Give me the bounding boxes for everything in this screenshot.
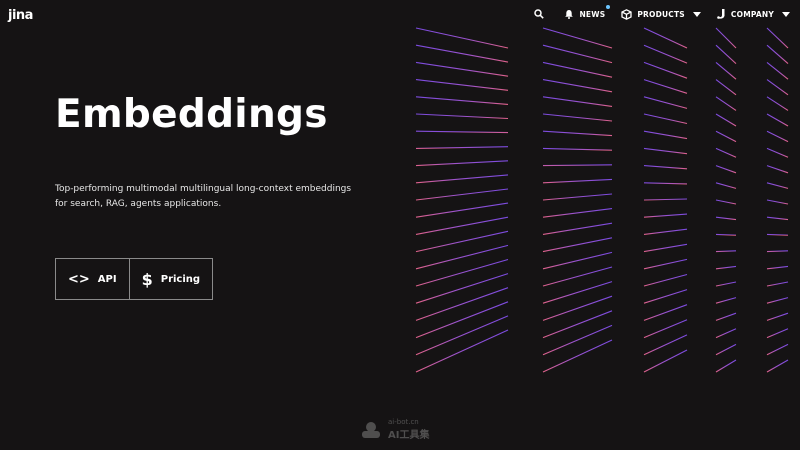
- chevron-down-icon: [692, 11, 701, 17]
- nav-company[interactable]: COMPANY: [717, 9, 790, 19]
- news-notification-dot: [606, 5, 610, 9]
- code-icon: <>: [68, 271, 90, 287]
- pricing-button-label: Pricing: [160, 273, 201, 285]
- api-button-label: API: [97, 273, 117, 285]
- api-button[interactable]: <> API: [56, 259, 129, 299]
- page-title: Embeddings: [55, 92, 328, 137]
- watermark-title: AI工具集: [388, 430, 430, 441]
- nav-news[interactable]: NEWS: [564, 9, 605, 19]
- dollar-icon: $: [141, 269, 153, 289]
- grid-panels-illustration: [415, 27, 789, 373]
- robot-icon: [362, 421, 380, 438]
- watermark-domain: ai-bot.cn: [388, 418, 419, 426]
- grid-panel: [643, 27, 688, 373]
- search-button[interactable]: [534, 9, 545, 19]
- jina-logo[interactable]: jina: [8, 8, 33, 23]
- nav-company-label: COMPANY: [730, 9, 774, 19]
- hero-description: Top-performing multimodal multilingual l…: [55, 184, 352, 209]
- nav-products-label: PRODUCTS: [637, 9, 685, 19]
- bell-icon: [565, 10, 574, 19]
- grid-panel: [415, 27, 509, 373]
- chevron-down-icon: [782, 11, 790, 17]
- grid-panel: [715, 27, 737, 373]
- nav-news-label: NEWS: [579, 9, 606, 19]
- cube-icon: [621, 8, 632, 20]
- grid-panel: [766, 27, 789, 373]
- grid-panel: [542, 27, 613, 373]
- nav-products[interactable]: PRODUCTS: [621, 8, 701, 20]
- jina-j-icon: [717, 9, 725, 19]
- search-icon: [534, 9, 545, 19]
- hero-button-group: <> API $ Pricing: [55, 258, 214, 300]
- watermark: ai-bot.cn AI工具集: [358, 418, 429, 441]
- pricing-button[interactable]: $ Pricing: [128, 259, 212, 299]
